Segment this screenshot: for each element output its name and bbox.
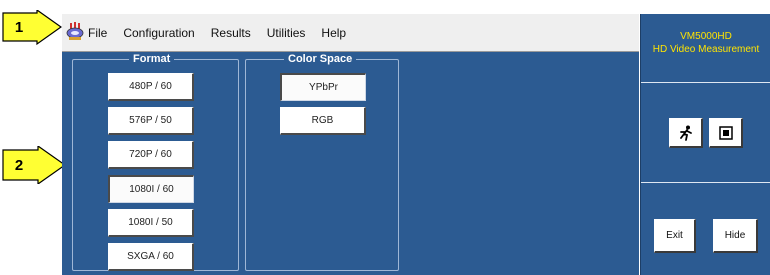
callout-2: 2 (2, 146, 66, 184)
callout-number: 2 (14, 156, 24, 174)
menu-help[interactable]: Help (321, 26, 346, 40)
color-space-option-ypbpr[interactable]: YPbPr (280, 73, 366, 101)
format-option-720p-60[interactable]: 720P / 60 (108, 141, 194, 169)
run-button[interactable] (669, 118, 703, 148)
app-logo-icon[interactable] (65, 22, 85, 42)
format-option-sxga-60[interactable]: SXGA / 60 (108, 243, 194, 271)
separator (641, 82, 770, 83)
menu-bar: File Configuration Results Utilities Hel… (62, 14, 639, 52)
separator (641, 182, 770, 183)
format-option-1080i-50[interactable]: 1080I / 50 (108, 209, 194, 237)
menu-configuration[interactable]: Configuration (123, 26, 194, 40)
format-option-1080i-60[interactable]: 1080I / 60 (108, 175, 194, 203)
format-group-title: Format (129, 52, 175, 66)
menu-file[interactable]: File (88, 26, 107, 40)
hide-button[interactable]: Hide (713, 219, 758, 253)
stop-icon (718, 125, 733, 140)
color-space-group-title: Color Space (284, 52, 357, 66)
main-panel: Format 480P / 60 576P / 50 720P / 60 108… (62, 52, 639, 275)
callout-number: 1 (14, 18, 24, 36)
stop-button[interactable] (709, 118, 743, 148)
menu-utilities[interactable]: Utilities (267, 26, 306, 40)
color-space-option-rgb[interactable]: RGB (280, 107, 366, 135)
side-panel: VM5000HD HD Video Measurement Exit Hide (640, 14, 770, 275)
product-subtitle: HD Video Measurement (652, 44, 760, 55)
menu-results[interactable]: Results (211, 26, 251, 40)
menu-items: File Configuration Results Utilities Hel… (88, 14, 362, 52)
format-option-480p-60[interactable]: 480P / 60 (108, 73, 194, 101)
format-group: Format 480P / 60 576P / 50 720P / 60 108… (72, 52, 239, 271)
callout-1: 1 (2, 10, 62, 46)
exit-button[interactable]: Exit (654, 219, 696, 253)
product-name: VM5000HD (680, 31, 732, 42)
format-option-576p-50[interactable]: 576P / 50 (108, 107, 194, 135)
running-man-icon (679, 125, 692, 141)
color-space-group: Color Space YPbPr RGB (245, 52, 399, 271)
